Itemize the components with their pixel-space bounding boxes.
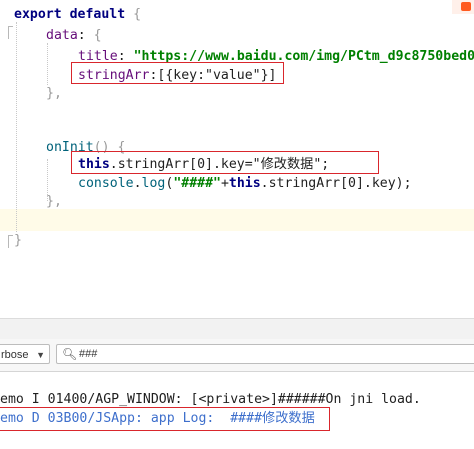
- chevron-down-icon: ▼: [36, 350, 45, 360]
- colon: :: [77, 28, 86, 43]
- string-hashes: "####": [173, 176, 221, 191]
- notification-badge-icon[interactable]: [452, 0, 474, 14]
- highlight-box-assignment: [71, 151, 379, 174]
- fold-marker-icon[interactable]: [8, 26, 13, 39]
- code-editor[interactable]: export default { data: { title: "https:/…: [0, 0, 474, 318]
- highlight-box-log: [0, 407, 330, 431]
- panel-splitter[interactable]: [0, 318, 474, 340]
- indent-guide: [47, 43, 48, 85]
- code-line-9[interactable]: },: [46, 191, 62, 212]
- highlight-box-stringarr: [71, 62, 284, 84]
- log-output[interactable]: emo I 01400/AGP_WINDOW: [<private>]#####…: [0, 372, 474, 449]
- keyword-this: this: [228, 176, 261, 191]
- indent-guide: [16, 22, 17, 232]
- fold-marker-icon[interactable]: [8, 235, 13, 248]
- plus: +: [220, 176, 229, 191]
- code-line-5[interactable]: },: [46, 83, 62, 104]
- keyword-export-default: export default: [14, 7, 126, 22]
- code-line-10[interactable]: }: [14, 230, 22, 251]
- dot: .: [133, 176, 142, 191]
- brace: }: [14, 233, 22, 248]
- property-data: data: [46, 28, 78, 43]
- brace: },: [46, 194, 62, 209]
- brace: {: [133, 7, 142, 22]
- current-line-highlight: [0, 209, 474, 231]
- log-level-value: rbose: [1, 349, 29, 361]
- identifier-console: console: [78, 176, 134, 191]
- search-icon: 🔍︎: [62, 347, 78, 361]
- brace: },: [46, 86, 62, 101]
- brace: {: [93, 28, 102, 43]
- logcat-toolbar: rbose ▼ 🔍︎: [0, 339, 474, 372]
- code-line-8[interactable]: console.log("####"+this.stringArr[0].key…: [78, 173, 412, 194]
- log-filter-input[interactable]: [79, 346, 459, 362]
- method-log: log: [141, 176, 166, 191]
- code-line-1[interactable]: export default {: [14, 4, 141, 25]
- log-level-select[interactable]: rbose ▼: [0, 344, 50, 364]
- log-argument: .stringArr[0].key);: [260, 176, 412, 191]
- code-line-2[interactable]: data: {: [46, 25, 102, 46]
- log-filter-field[interactable]: 🔍︎: [56, 344, 474, 364]
